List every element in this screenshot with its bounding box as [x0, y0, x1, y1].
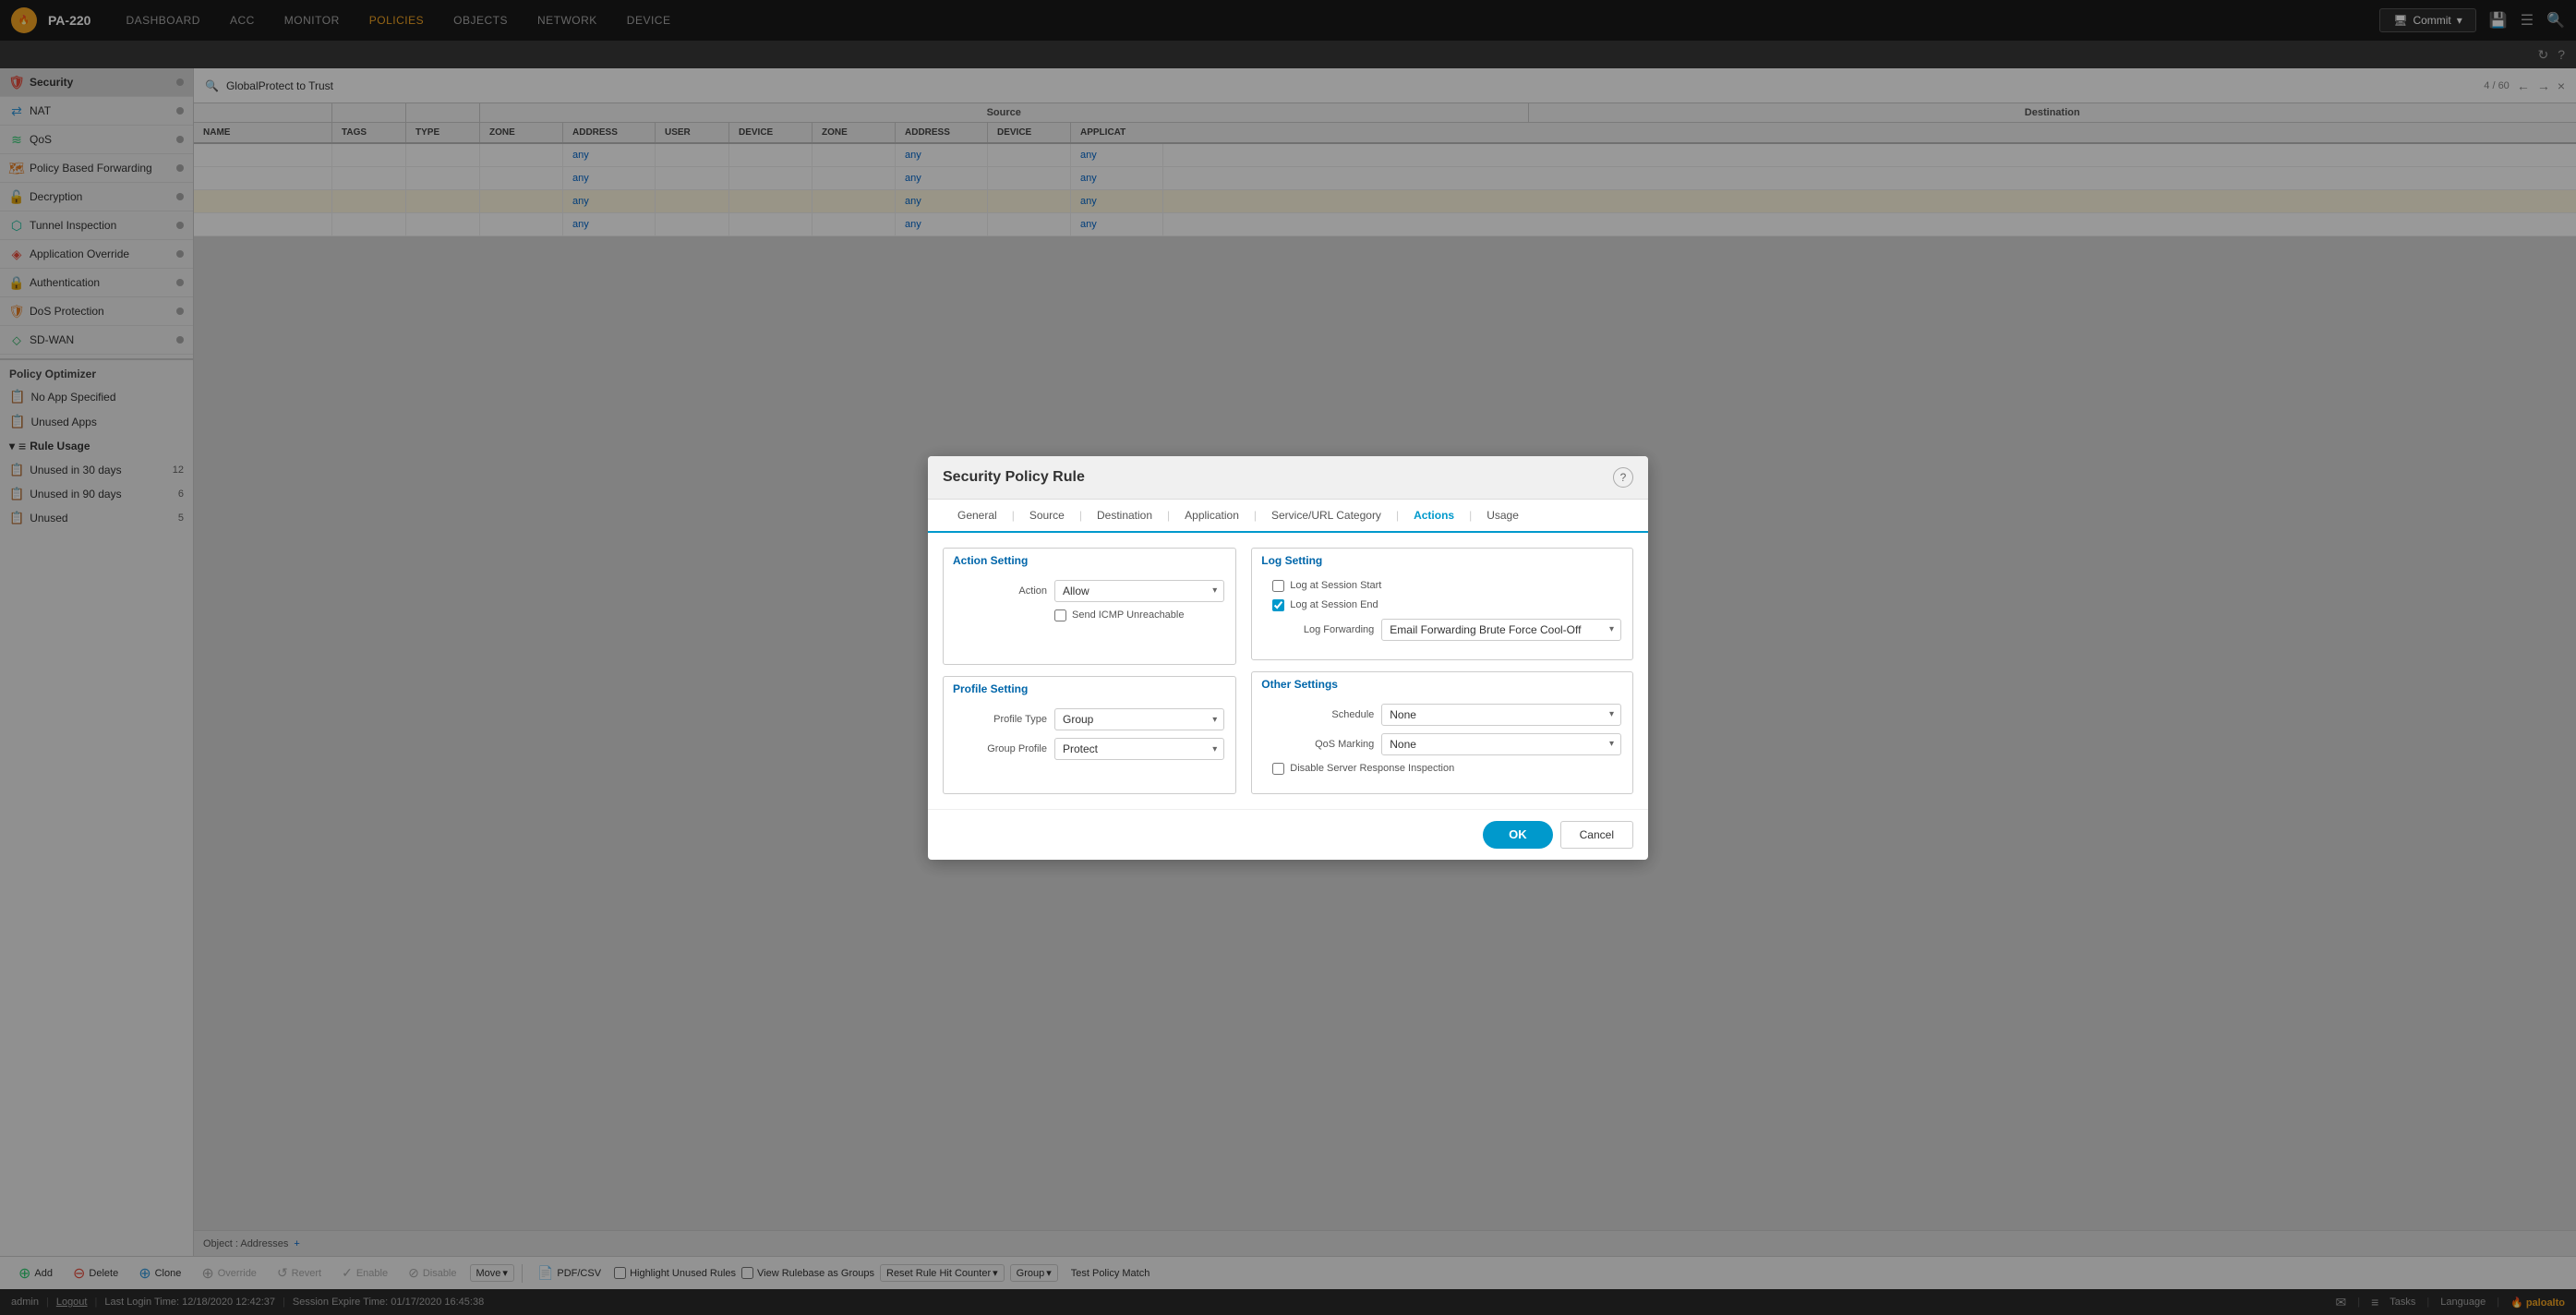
modal-title: Security Policy Rule — [943, 469, 1085, 486]
log-setting-title: Log Setting — [1252, 549, 1632, 573]
qos-marking-label: QoS Marking — [1263, 739, 1374, 750]
log-forwarding-select[interactable]: Email Forwarding Brute Force Cool-Off No… — [1381, 619, 1621, 641]
disable-server-row: Disable Server Response Inspection — [1263, 763, 1621, 775]
action-setting-panel: Action Setting Action Allow Deny Drop ▾ — [943, 548, 1236, 666]
log-session-end-row: Log at Session End — [1263, 599, 1621, 611]
group-profile-wrapper: Protect None ▾ — [1054, 738, 1224, 760]
tab-actions[interactable]: Actions — [1399, 500, 1469, 533]
tab-usage[interactable]: Usage — [1472, 500, 1534, 533]
security-policy-modal: Security Policy Rule ? General | Source … — [928, 456, 1648, 860]
qos-marking-select[interactable]: None — [1381, 733, 1621, 755]
send-icmp-checkbox[interactable] — [1054, 609, 1066, 621]
ok-button[interactable]: OK — [1483, 821, 1553, 849]
profile-setting-body: Profile Type Group Profiles ▾ Group Prof… — [944, 701, 1235, 778]
tab-service-url[interactable]: Service/URL Category — [1257, 500, 1396, 533]
log-forwarding-row: Log Forwarding Email Forwarding Brute Fo… — [1263, 619, 1621, 641]
log-session-end-checkbox[interactable] — [1272, 599, 1284, 611]
log-session-start-label: Log at Session Start — [1290, 580, 1381, 591]
modal-overlay: Security Policy Rule ? General | Source … — [0, 0, 2576, 1315]
profile-setting-title: Profile Setting — [944, 677, 1235, 701]
log-session-start-checkbox[interactable] — [1272, 580, 1284, 592]
group-profile-select[interactable]: Protect None — [1054, 738, 1224, 760]
schedule-row: Schedule None ▾ — [1263, 704, 1621, 726]
other-settings-title: Other Settings — [1252, 672, 1632, 696]
modal-right-column: Log Setting Log at Session Start Log at … — [1251, 548, 1633, 794]
action-label: Action — [955, 585, 1047, 597]
qos-marking-wrapper: None ▾ — [1381, 733, 1621, 755]
modal-body: Action Setting Action Allow Deny Drop ▾ — [928, 533, 1648, 809]
action-setting-body: Action Allow Deny Drop ▾ — [944, 573, 1235, 640]
log-forwarding-label: Log Forwarding — [1263, 624, 1374, 635]
action-row: Action Allow Deny Drop ▾ — [955, 580, 1224, 602]
modal-left-column: Action Setting Action Allow Deny Drop ▾ — [943, 548, 1236, 794]
log-setting-body: Log at Session Start Log at Session End … — [1252, 573, 1632, 659]
tab-destination[interactable]: Destination — [1082, 500, 1167, 533]
schedule-select[interactable]: None — [1381, 704, 1621, 726]
profile-setting-panel: Profile Setting Profile Type Group Profi… — [943, 676, 1236, 794]
log-setting-panel: Log Setting Log at Session Start Log at … — [1251, 548, 1633, 660]
other-settings-panel: Other Settings Schedule None ▾ — [1251, 671, 1633, 794]
profile-type-label: Profile Type — [955, 714, 1047, 725]
tab-application[interactable]: Application — [1170, 500, 1254, 533]
cancel-button[interactable]: Cancel — [1560, 821, 1633, 849]
log-session-start-row: Log at Session Start — [1263, 580, 1621, 592]
profile-type-select[interactable]: Group Profiles — [1054, 708, 1224, 730]
modal-help-button[interactable]: ? — [1613, 467, 1633, 488]
disable-server-checkbox[interactable] — [1272, 763, 1284, 775]
send-icmp-row: Send ICMP Unreachable — [1054, 609, 1224, 621]
modal-header: Security Policy Rule ? — [928, 456, 1648, 500]
action-setting-title: Action Setting — [944, 549, 1235, 573]
profile-type-row: Profile Type Group Profiles ▾ — [955, 708, 1224, 730]
schedule-wrapper: None ▾ — [1381, 704, 1621, 726]
log-forwarding-wrapper: Email Forwarding Brute Force Cool-Off No… — [1381, 619, 1621, 641]
action-select[interactable]: Allow Deny Drop — [1054, 580, 1224, 602]
tab-general[interactable]: General — [943, 500, 1012, 533]
group-profile-label: Group Profile — [955, 743, 1047, 754]
schedule-label: Schedule — [1263, 709, 1374, 720]
action-select-wrapper: Allow Deny Drop ▾ — [1054, 580, 1224, 602]
tab-source[interactable]: Source — [1015, 500, 1079, 533]
disable-server-label: Disable Server Response Inspection — [1290, 763, 1454, 774]
qos-marking-row: QoS Marking None ▾ — [1263, 733, 1621, 755]
send-icmp-label: Send ICMP Unreachable — [1072, 609, 1184, 621]
modal-footer: OK Cancel — [928, 809, 1648, 860]
log-session-end-label: Log at Session End — [1290, 599, 1378, 610]
group-profile-row: Group Profile Protect None ▾ — [955, 738, 1224, 760]
profile-type-wrapper: Group Profiles ▾ — [1054, 708, 1224, 730]
other-settings-body: Schedule None ▾ QoS Marking — [1252, 696, 1632, 793]
modal-tabs: General | Source | Destination | Applica… — [928, 500, 1648, 533]
